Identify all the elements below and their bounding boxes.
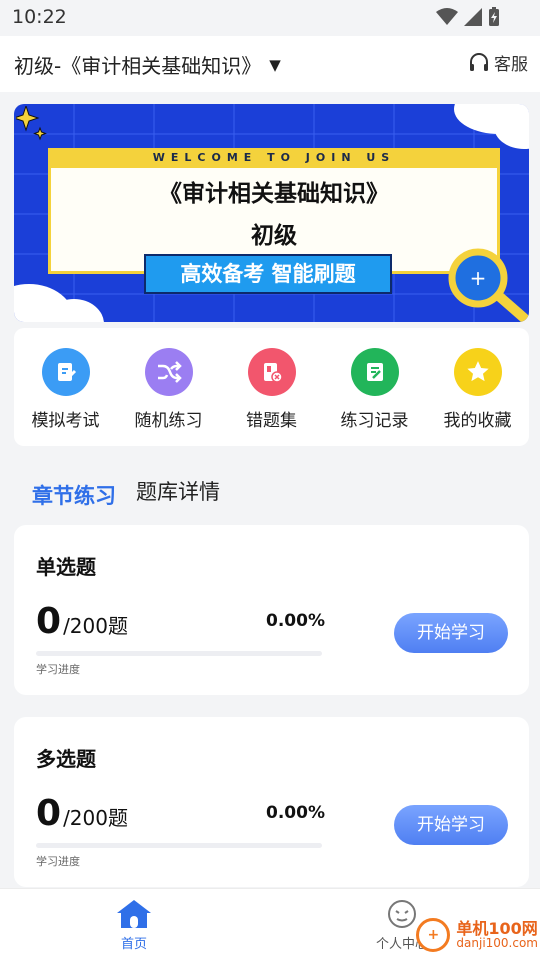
headset-icon bbox=[470, 52, 488, 71]
shuffle-icon bbox=[144, 348, 193, 396]
banner-slogan: 高效备考 智能刷题 bbox=[144, 254, 392, 294]
progress-label: 学习进度 bbox=[36, 855, 80, 868]
question-count: 0 /200题 bbox=[36, 601, 128, 642]
nav-home[interactable]: 首页 bbox=[116, 899, 152, 952]
home-icon bbox=[117, 900, 151, 928]
tab-question-bank-details[interactable]: 题库详情 bbox=[136, 476, 220, 510]
quick-action-random-practice[interactable]: 随机练习 bbox=[119, 348, 219, 431]
question-count: 0 /200题 bbox=[36, 793, 128, 834]
sparkle-icon bbox=[16, 106, 47, 141]
quick-action-label: 模拟考试 bbox=[31, 411, 100, 431]
multiple-choice-card: 多选题 0 /200题 0.00% 学习进度 开始学习 bbox=[14, 717, 529, 887]
watermark-text: 单机100网 danji100.com bbox=[456, 920, 538, 951]
status-time: 10:22 bbox=[12, 6, 67, 28]
profile-face-icon bbox=[388, 900, 416, 928]
progress-bar bbox=[36, 651, 322, 656]
watermark-name: 单机100网 bbox=[456, 918, 538, 938]
quick-action-practice-record[interactable]: 练习记录 bbox=[325, 348, 425, 431]
subject-title: 初级-《审计相关基础知识》 bbox=[14, 54, 262, 78]
quick-action-label: 我的收藏 bbox=[443, 411, 512, 431]
banner-welcome-text: WELCOME TO JOIN US bbox=[48, 148, 500, 168]
battery-icon bbox=[489, 7, 499, 26]
star-icon bbox=[453, 348, 502, 396]
quick-action-mock-exam[interactable]: 模拟考试 bbox=[16, 348, 116, 431]
record-icon bbox=[350, 348, 399, 396]
promo-banner[interactable]: WELCOME TO JOIN US 《审计相关基础知识》 初级 高效备考 智能… bbox=[14, 104, 529, 322]
total-count: /200题 bbox=[63, 614, 128, 638]
quick-action-wrong-questions[interactable]: 错题集 bbox=[222, 348, 322, 431]
tab-chapter-practice[interactable]: 章节练习 bbox=[32, 480, 116, 510]
svg-text:+: + bbox=[470, 266, 487, 290]
status-bar: 10:22 bbox=[0, 0, 540, 36]
start-learning-button[interactable]: 开始学习 bbox=[394, 805, 508, 845]
quick-action-favorites[interactable]: 我的收藏 bbox=[428, 348, 528, 431]
quick-actions: 模拟考试 随机练习 错题集 练习记录 我的收藏 bbox=[14, 328, 529, 446]
quick-action-label: 练习记录 bbox=[340, 411, 409, 431]
card-title: 多选题 bbox=[36, 747, 96, 771]
magnifier-icon: + bbox=[448, 248, 529, 322]
wrong-questions-icon bbox=[247, 348, 296, 396]
progress-label: 学习进度 bbox=[36, 663, 80, 676]
progress-bar bbox=[36, 843, 322, 848]
customer-service-button[interactable]: 客服 bbox=[468, 50, 528, 75]
start-learning-button[interactable]: 开始学习 bbox=[394, 613, 508, 653]
total-count: /200题 bbox=[63, 806, 128, 830]
site-watermark: + 单机100网 danji100.com bbox=[416, 918, 538, 952]
caret-down-icon: ▼ bbox=[269, 55, 281, 74]
watermark-url: danji100.com bbox=[456, 936, 538, 951]
quick-action-label: 错题集 bbox=[246, 411, 297, 431]
signal-icon bbox=[464, 8, 482, 26]
content-tabs: 章节练习 题库详情 bbox=[32, 470, 220, 510]
status-icons bbox=[436, 7, 500, 27]
customer-service-label: 客服 bbox=[494, 55, 528, 75]
progress-percent: 0.00% bbox=[266, 611, 325, 631]
exam-icon bbox=[41, 348, 90, 396]
banner-title: 《审计相关基础知识》 bbox=[159, 181, 389, 207]
done-count: 0 bbox=[36, 601, 62, 642]
nav-home-label: 首页 bbox=[120, 937, 147, 952]
single-choice-card: 单选题 0 /200题 0.00% 学习进度 开始学习 bbox=[14, 525, 529, 695]
watermark-logo-icon: + bbox=[416, 918, 451, 952]
main-content: WELCOME TO JOIN US 《审计相关基础知识》 初级 高效备考 智能… bbox=[0, 92, 540, 888]
done-count: 0 bbox=[36, 793, 62, 834]
subject-selector[interactable]: 初级-《审计相关基础知识》 ▼ bbox=[14, 50, 281, 79]
card-title: 单选题 bbox=[36, 555, 96, 579]
banner-level: 初级 bbox=[251, 223, 297, 249]
progress-percent: 0.00% bbox=[266, 803, 325, 823]
quick-action-label: 随机练习 bbox=[134, 411, 203, 431]
wifi-icon bbox=[436, 8, 458, 25]
top-bar: 初级-《审计相关基础知识》 ▼ 客服 bbox=[0, 36, 540, 92]
